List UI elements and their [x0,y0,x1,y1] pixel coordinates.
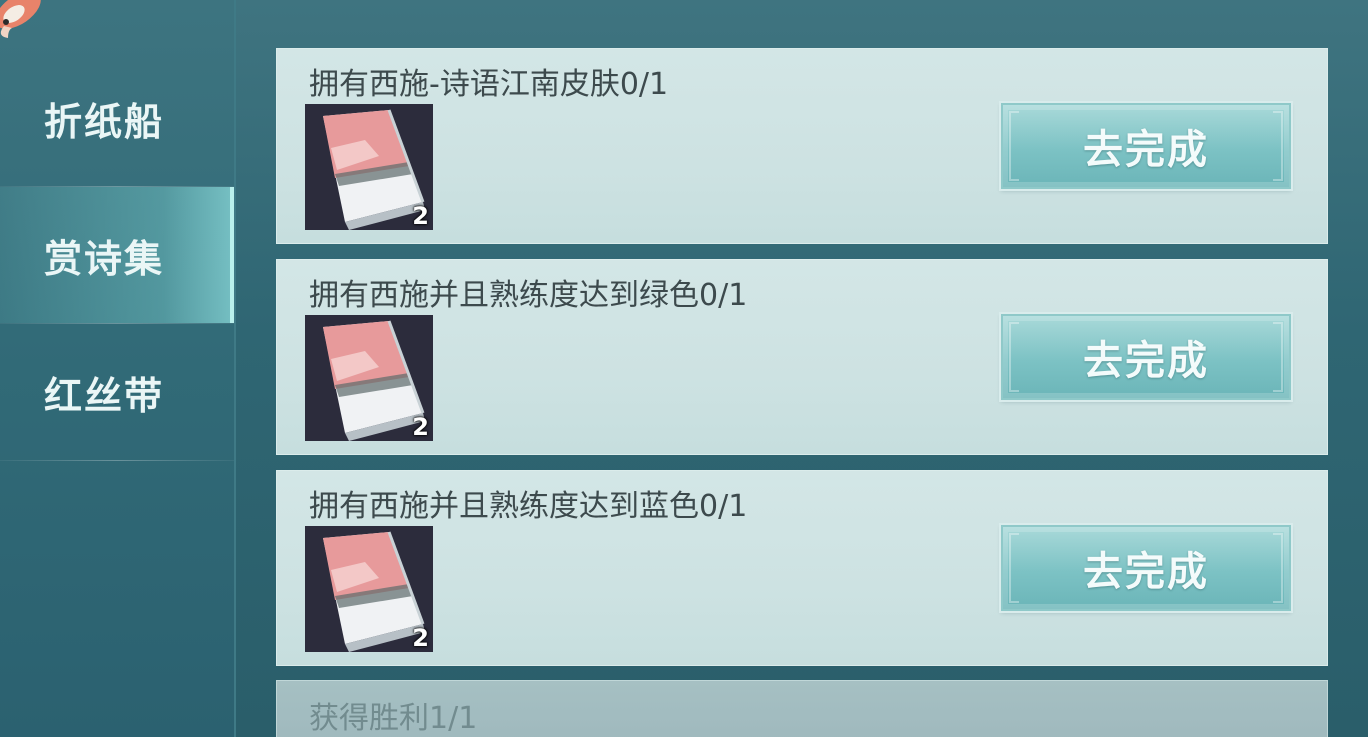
task-card: 拥有西施并且熟练度达到绿色0/1 2 去完成 [276,259,1328,455]
tab-divider [0,460,234,461]
tab-paper-boat[interactable]: 折纸船 [0,50,234,186]
task-card-completed: 获得胜利1/1 [276,680,1328,737]
tab-poetry-collection[interactable]: 赏诗集 [0,187,234,323]
reward-count: 2 [412,413,429,441]
task-title: 拥有西施-诗语江南皮肤0/1 [309,67,669,102]
go-complete-button[interactable]: 去完成 [999,101,1293,191]
tab-label: 赏诗集 [44,236,165,281]
reward-count: 2 [412,202,429,230]
sidebar: 折纸船 赏诗集 红丝带 [0,0,236,737]
tab-label: 折纸船 [44,99,165,144]
tab-label: 红丝带 [44,373,165,418]
task-card: 拥有西施-诗语江南皮肤0/1 2 去完成 [276,48,1328,244]
go-complete-button[interactable]: 去完成 [999,312,1293,402]
task-title: 拥有西施并且熟练度达到绿色0/1 [309,278,748,313]
button-label: 去完成 [1083,127,1209,173]
task-title: 拥有西施并且熟练度达到蓝色0/1 [309,489,748,524]
reward-item[interactable]: 2 [305,315,433,441]
button-label: 去完成 [1083,338,1209,384]
reward-count: 2 [412,624,429,652]
reward-item[interactable]: 2 [305,526,433,652]
task-screen: 折纸船 赏诗集 红丝带 拥有西施-诗语江南皮肤0/1 2 去完成 拥有西施并且熟… [0,0,1368,737]
go-complete-button[interactable]: 去完成 [999,523,1293,613]
tab-red-ribbon[interactable]: 红丝带 [0,324,234,460]
reward-item[interactable]: 2 [305,104,433,230]
task-card: 拥有西施并且熟练度达到蓝色0/1 2 去完成 [276,470,1328,666]
koi-fish-icon [0,0,41,38]
button-label: 去完成 [1083,549,1209,595]
task-title: 获得胜利1/1 [309,701,478,736]
